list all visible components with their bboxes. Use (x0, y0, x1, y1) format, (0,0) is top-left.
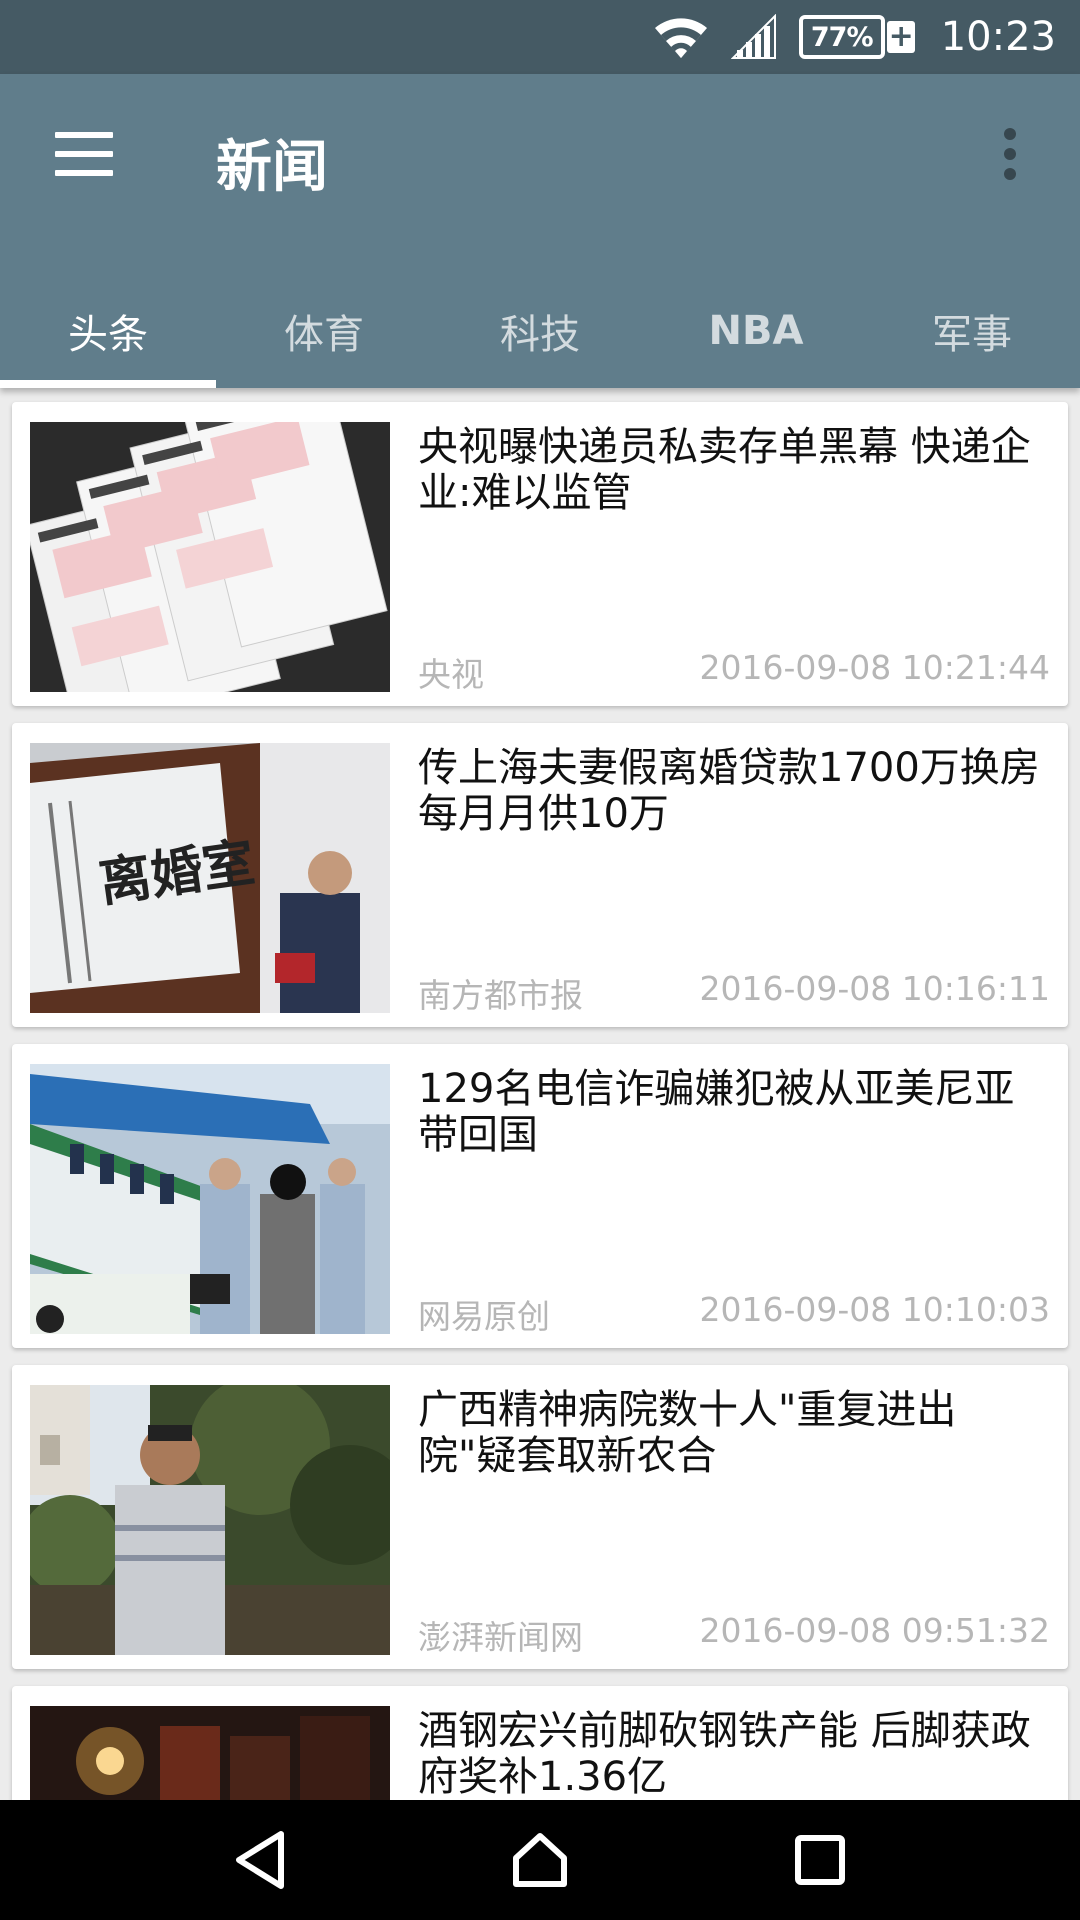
news-thumbnail: 离婚室 (30, 743, 390, 1013)
news-source: 网易原创 (418, 1297, 550, 1336)
news-card[interactable]: 广西精神病院数十人"重复进出院"疑套取新农合 澎湃新闻网 2016-09-08 … (12, 1365, 1068, 1669)
active-tab-indicator (0, 380, 216, 388)
news-source: 澎湃新闻网 (418, 1618, 583, 1657)
clock: 10:23 (940, 14, 1056, 60)
news-timestamp: 2016-09-08 10:16:11 (699, 969, 1050, 1008)
tab-headlines[interactable]: 头条 (0, 274, 216, 388)
news-timestamp: 2016-09-08 10:10:03 (699, 1290, 1050, 1329)
tab-nba[interactable]: NBA (648, 274, 864, 388)
news-thumbnail (30, 1385, 390, 1655)
news-thumbnail (30, 422, 390, 692)
back-button[interactable] (200, 1800, 320, 1920)
news-timestamp: 2016-09-08 09:51:32 (699, 1611, 1050, 1650)
recents-button[interactable] (760, 1800, 880, 1920)
hamburger-menu-icon (55, 132, 113, 176)
wifi-icon (653, 14, 709, 60)
tab-tech[interactable]: 科技 (432, 274, 648, 388)
news-timestamp: 2016-09-08 10:21:44 (699, 648, 1050, 687)
home-icon (513, 1833, 567, 1887)
news-title: 广西精神病院数十人"重复进出院"疑套取新农合 (418, 1387, 957, 1479)
news-source: 央视 (418, 655, 484, 694)
recents-icon (795, 1835, 845, 1885)
category-tabs: 头条 体育 科技 NBA 军事 (0, 274, 1080, 388)
signal-icon (730, 14, 777, 60)
home-button[interactable] (480, 1800, 600, 1920)
news-thumbnail (30, 1706, 390, 1800)
menu-button[interactable] (30, 114, 138, 194)
tab-military[interactable]: 军事 (864, 274, 1080, 388)
news-thumbnail (30, 1064, 390, 1334)
system-nav-bar (0, 1800, 1080, 1920)
more-vert-icon (1004, 128, 1016, 180)
news-card[interactable]: 129名电信诈骗嫌犯被从亚美尼亚带回国 网易原创 2016-09-08 10:1… (12, 1044, 1068, 1348)
status-bar: 77% + 10:23 (0, 0, 1080, 74)
news-card[interactable]: 央视曝快递员私卖存单黑幕 快递企业:难以监管 央视 2016-09-08 10:… (12, 402, 1068, 706)
news-list[interactable]: 央视曝快递员私卖存单黑幕 快递企业:难以监管 央视 2016-09-08 10:… (0, 388, 1080, 1800)
overflow-menu-button[interactable] (970, 114, 1050, 194)
news-title: 央视曝快递员私卖存单黑幕 快递企业:难以监管 (418, 424, 1031, 516)
news-card[interactable]: 离婚室 传上海夫妻假离婚贷款1700万换房 每月月供10万 南方都市报 2016… (12, 723, 1068, 1027)
back-icon (236, 1831, 284, 1889)
charging-icon: + (886, 19, 915, 54)
battery-icon: 77% + (798, 15, 915, 59)
news-title: 129名电信诈骗嫌犯被从亚美尼亚带回国 (418, 1066, 1015, 1158)
tab-sports[interactable]: 体育 (216, 274, 432, 388)
page-title: 新闻 (216, 135, 328, 200)
news-title: 酒钢宏兴前脚砍钢铁产能 后脚获政府奖补1.36亿 (418, 1708, 1031, 1800)
news-title: 传上海夫妻假离婚贷款1700万换房 每月月供10万 (418, 745, 1040, 837)
news-card[interactable]: 酒钢宏兴前脚砍钢铁产能 后脚获政府奖补1.36亿 (12, 1686, 1068, 1800)
battery-level: 77% (810, 21, 874, 53)
news-source: 南方都市报 (418, 976, 583, 1015)
app-bar: 新闻 头条 体育 科技 NBA 军事 (0, 74, 1080, 388)
